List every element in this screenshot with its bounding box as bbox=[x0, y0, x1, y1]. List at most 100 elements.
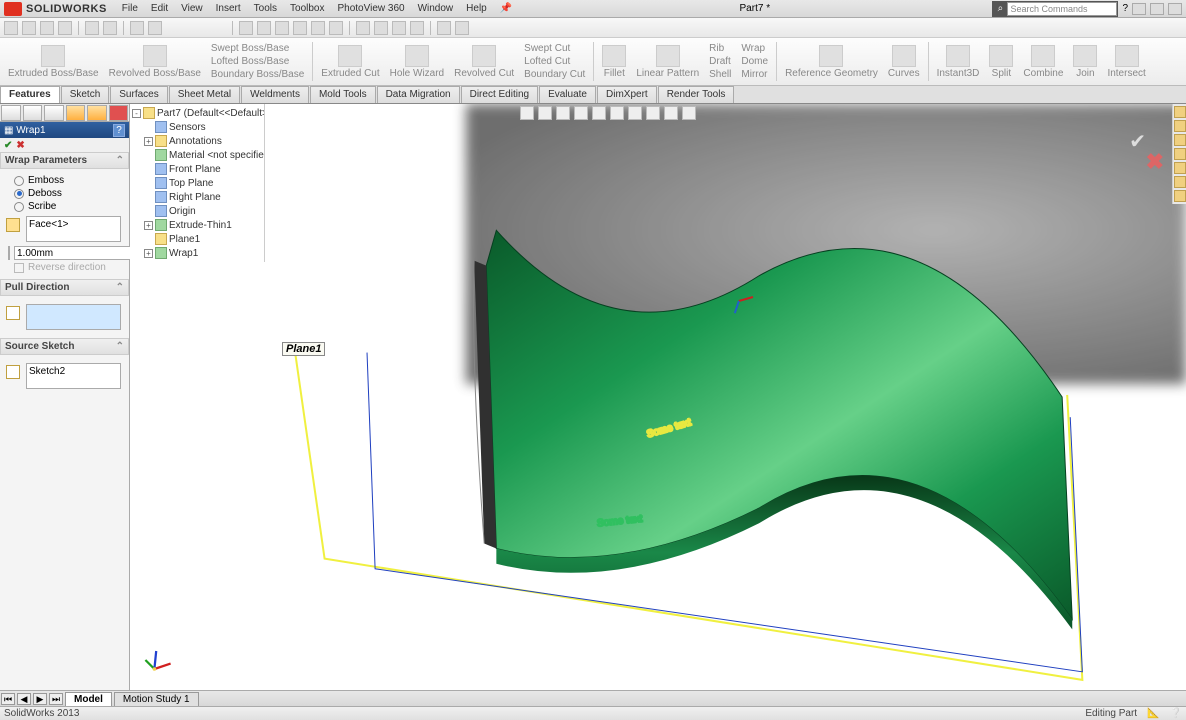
tree-root[interactable]: -Part7 (Default<<Default>_... bbox=[132, 106, 262, 120]
dome-button[interactable]: Dome bbox=[737, 56, 772, 67]
help-icon[interactable]: ? bbox=[1122, 3, 1128, 14]
constrain-icon[interactable] bbox=[455, 21, 469, 35]
view-orientation-icon[interactable] bbox=[592, 106, 606, 120]
tree-wrap1[interactable]: +Wrap1 bbox=[132, 246, 262, 260]
status-custom-icon[interactable]: ❔ bbox=[1170, 708, 1182, 719]
radio-scribe[interactable]: Scribe bbox=[14, 201, 115, 212]
radio-emboss[interactable]: Emboss bbox=[14, 175, 115, 186]
boundary-cut-button[interactable]: Boundary Cut bbox=[520, 69, 589, 80]
boundary-boss-button[interactable]: Boundary Boss/Base bbox=[207, 69, 308, 80]
intersect-button[interactable]: Intersect bbox=[1103, 40, 1149, 83]
tab-sheetmetal[interactable]: Sheet Metal bbox=[169, 86, 240, 103]
tree-annotations[interactable]: +Annotations bbox=[132, 134, 262, 148]
tabnav-first[interactable]: ⏮ bbox=[1, 693, 15, 705]
swept-cut-button[interactable]: Swept Cut bbox=[520, 43, 589, 54]
rectangle-icon[interactable] bbox=[257, 21, 271, 35]
menu-file[interactable]: File bbox=[117, 1, 143, 16]
model-3d-view[interactable]: Some text Some text bbox=[130, 104, 1186, 690]
split-button[interactable]: Split bbox=[985, 40, 1017, 83]
tab-motion-study[interactable]: Motion Study 1 bbox=[114, 692, 199, 706]
trim-icon[interactable] bbox=[374, 21, 388, 35]
lofted-boss-button[interactable]: Lofted Boss/Base bbox=[207, 56, 308, 67]
menu-photoview[interactable]: PhotoView 360 bbox=[332, 1, 409, 16]
display-style-icon[interactable] bbox=[610, 106, 624, 120]
tab-rendertools[interactable]: Render Tools bbox=[658, 86, 735, 103]
offset-icon[interactable] bbox=[392, 21, 406, 35]
rib-button[interactable]: Rib bbox=[705, 43, 735, 54]
pm-tab-dimxpert[interactable] bbox=[66, 105, 86, 121]
combine-button[interactable]: Combine bbox=[1019, 40, 1067, 83]
rebuild-icon[interactable] bbox=[130, 21, 144, 35]
tab-directediting[interactable]: Direct Editing bbox=[461, 86, 538, 103]
tree-extrude[interactable]: +Extrude-Thin1 bbox=[132, 218, 262, 232]
ok-icon[interactable]: ✔ bbox=[4, 140, 12, 151]
maximize-button[interactable] bbox=[1150, 3, 1164, 15]
tree-material[interactable]: Material <not specified> bbox=[132, 148, 262, 162]
line-icon[interactable] bbox=[239, 21, 253, 35]
extruded-cut-button[interactable]: Extruded Cut bbox=[317, 40, 383, 83]
new-icon[interactable] bbox=[4, 21, 18, 35]
tabnav-last[interactable]: ⏭ bbox=[49, 693, 63, 705]
depth-input[interactable]: ▴▾ bbox=[8, 246, 121, 260]
tabnav-next[interactable]: ▶ bbox=[33, 693, 47, 705]
face-selection-box[interactable]: Face<1> bbox=[26, 216, 121, 242]
tab-moldtools[interactable]: Mold Tools bbox=[310, 86, 376, 103]
tab-weldments[interactable]: Weldments bbox=[241, 86, 309, 103]
wrap-params-header[interactable]: Wrap Parameters⌃ bbox=[0, 152, 129, 169]
mirror-icon[interactable] bbox=[410, 21, 424, 35]
source-sketch-header[interactable]: Source Sketch⌃ bbox=[0, 338, 129, 355]
reference-geom-button[interactable]: Reference Geometry bbox=[781, 40, 882, 83]
extruded-boss-button[interactable]: Extruded Boss/Base bbox=[4, 40, 103, 83]
revolved-cut-button[interactable]: Revolved Cut bbox=[450, 40, 518, 83]
relation-icon[interactable] bbox=[437, 21, 451, 35]
menu-tools[interactable]: Tools bbox=[249, 1, 282, 16]
tab-features[interactable]: Features bbox=[0, 86, 60, 103]
view-triad[interactable] bbox=[140, 642, 176, 678]
linear-pattern-button[interactable]: Linear Pattern bbox=[632, 40, 703, 83]
shell-button[interactable]: Shell bbox=[705, 69, 735, 80]
edit-appearance-icon[interactable] bbox=[646, 106, 660, 120]
tree-sensors[interactable]: Sensors bbox=[132, 120, 262, 134]
tree-topplane[interactable]: Top Plane bbox=[132, 176, 262, 190]
tab-model[interactable]: Model bbox=[65, 692, 112, 706]
menu-insert[interactable]: Insert bbox=[211, 1, 246, 16]
tab-surfaces[interactable]: Surfaces bbox=[110, 86, 167, 103]
wrap-button[interactable]: Wrap bbox=[737, 43, 772, 54]
hole-wizard-button[interactable]: Hole Wizard bbox=[386, 40, 448, 83]
polygon-icon[interactable] bbox=[329, 21, 343, 35]
tab-evaluate[interactable]: Evaluate bbox=[539, 86, 596, 103]
tree-rightplane[interactable]: Right Plane bbox=[132, 190, 262, 204]
graphics-area[interactable]: -Part7 (Default<<Default>_... Sensors +A… bbox=[130, 104, 1186, 690]
dimension-icon[interactable] bbox=[356, 21, 370, 35]
source-selection-box[interactable]: Sketch2 bbox=[26, 363, 121, 389]
pm-tab-featuremanager[interactable] bbox=[1, 105, 21, 121]
minimize-button[interactable] bbox=[1132, 3, 1146, 15]
draft-button[interactable]: Draft bbox=[705, 56, 735, 67]
section-view-icon[interactable] bbox=[574, 106, 588, 120]
menu-edit[interactable]: Edit bbox=[146, 1, 173, 16]
instant3d-button[interactable]: Instant3D bbox=[933, 40, 984, 83]
pm-tab-display[interactable] bbox=[87, 105, 107, 121]
save-icon[interactable] bbox=[40, 21, 54, 35]
menu-pin-icon[interactable]: 📌 bbox=[495, 1, 517, 16]
plane-label[interactable]: Plane1 bbox=[282, 342, 325, 356]
menu-toolbox[interactable]: Toolbox bbox=[285, 1, 329, 16]
pm-tab-configurationmanager[interactable] bbox=[44, 105, 64, 121]
zoom-fit-icon[interactable] bbox=[520, 106, 534, 120]
view-settings-icon[interactable] bbox=[682, 106, 696, 120]
menu-view[interactable]: View bbox=[176, 1, 208, 16]
status-units-icon[interactable]: 📐 bbox=[1147, 708, 1159, 719]
tree-plane1[interactable]: Plane1 bbox=[132, 232, 262, 246]
lofted-cut-button[interactable]: Lofted Cut bbox=[520, 56, 589, 67]
pm-tab-render[interactable] bbox=[109, 105, 129, 121]
cancel-icon[interactable]: ✖ bbox=[16, 140, 24, 151]
undo-icon[interactable] bbox=[85, 21, 99, 35]
previous-view-icon[interactable] bbox=[556, 106, 570, 120]
tab-dimxpert[interactable]: DimXpert bbox=[597, 86, 657, 103]
pm-tab-propertymanager[interactable] bbox=[23, 105, 43, 121]
open-icon[interactable] bbox=[22, 21, 36, 35]
mirror-button[interactable]: Mirror bbox=[737, 69, 772, 80]
tree-frontplane[interactable]: Front Plane bbox=[132, 162, 262, 176]
pull-direction-header[interactable]: Pull Direction⌃ bbox=[0, 279, 129, 296]
revolved-boss-button[interactable]: Revolved Boss/Base bbox=[105, 40, 205, 83]
